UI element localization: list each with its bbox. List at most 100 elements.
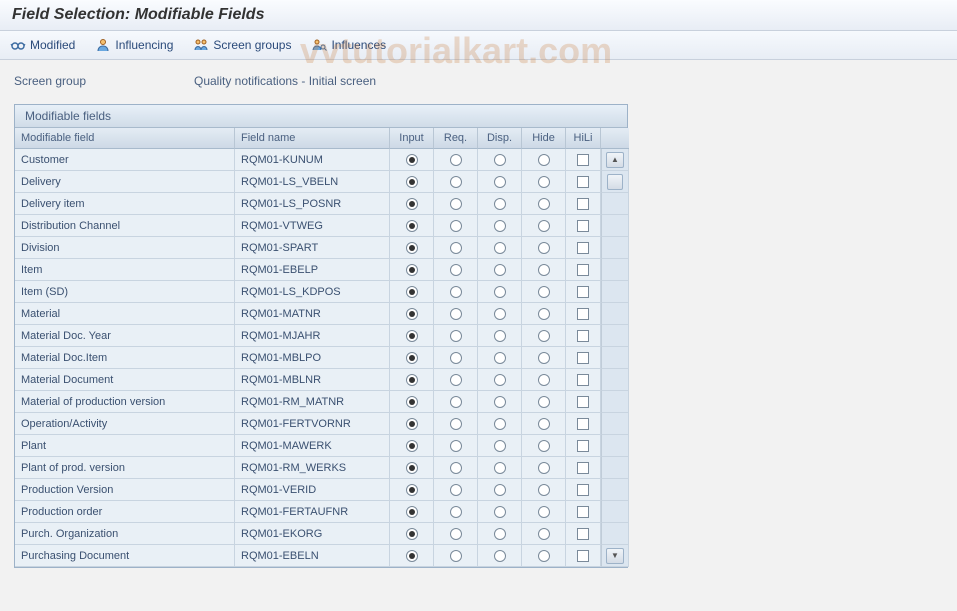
radio-option[interactable]	[538, 198, 550, 210]
radio-option[interactable]	[450, 484, 462, 496]
hide-radio-cell[interactable]	[522, 325, 566, 347]
checkbox[interactable]	[577, 374, 589, 386]
col-header-disp[interactable]: Disp.	[478, 128, 522, 149]
radio-option[interactable]	[494, 176, 506, 188]
hili-checkbox-cell[interactable]	[566, 303, 601, 325]
radio-option[interactable]	[494, 374, 506, 386]
radio-selected[interactable]	[406, 308, 418, 320]
radio-option[interactable]	[450, 308, 462, 320]
radio-selected[interactable]	[406, 528, 418, 540]
checkbox[interactable]	[577, 462, 589, 474]
req-radio-cell[interactable]	[434, 391, 478, 413]
disp-radio-cell[interactable]	[478, 237, 522, 259]
influencing-button[interactable]: Influencing	[95, 37, 173, 53]
input-radio-cell[interactable]	[390, 523, 434, 545]
req-radio-cell[interactable]	[434, 501, 478, 523]
input-radio-cell[interactable]	[390, 193, 434, 215]
hili-checkbox-cell[interactable]	[566, 193, 601, 215]
radio-option[interactable]	[450, 462, 462, 474]
radio-option[interactable]	[450, 528, 462, 540]
radio-option[interactable]	[450, 330, 462, 342]
checkbox[interactable]	[577, 330, 589, 342]
disp-radio-cell[interactable]	[478, 347, 522, 369]
hili-checkbox-cell[interactable]	[566, 545, 601, 567]
radio-option[interactable]	[494, 286, 506, 298]
checkbox[interactable]	[577, 176, 589, 188]
radio-option[interactable]	[494, 506, 506, 518]
radio-option[interactable]	[538, 220, 550, 232]
radio-selected[interactable]	[406, 550, 418, 562]
disp-radio-cell[interactable]	[478, 391, 522, 413]
screen-groups-button[interactable]: Screen groups	[193, 37, 291, 53]
scroll-down-icon[interactable]: ▼	[606, 548, 624, 564]
radio-selected[interactable]	[406, 330, 418, 342]
radio-option[interactable]	[450, 242, 462, 254]
radio-selected[interactable]	[406, 352, 418, 364]
req-radio-cell[interactable]	[434, 303, 478, 325]
input-radio-cell[interactable]	[390, 325, 434, 347]
hide-radio-cell[interactable]	[522, 281, 566, 303]
hili-checkbox-cell[interactable]	[566, 391, 601, 413]
influences-button[interactable]: Influences	[311, 37, 386, 53]
radio-option[interactable]	[494, 308, 506, 320]
hide-radio-cell[interactable]	[522, 303, 566, 325]
hide-radio-cell[interactable]	[522, 215, 566, 237]
input-radio-cell[interactable]	[390, 281, 434, 303]
radio-option[interactable]	[538, 484, 550, 496]
input-radio-cell[interactable]	[390, 259, 434, 281]
disp-radio-cell[interactable]	[478, 149, 522, 171]
scroll-gutter[interactable]: ▼	[601, 545, 629, 567]
req-radio-cell[interactable]	[434, 193, 478, 215]
input-radio-cell[interactable]	[390, 501, 434, 523]
radio-option[interactable]	[450, 374, 462, 386]
scroll-up-icon[interactable]: ▲	[606, 152, 624, 168]
radio-selected[interactable]	[406, 242, 418, 254]
radio-option[interactable]	[538, 418, 550, 430]
hili-checkbox-cell[interactable]	[566, 457, 601, 479]
hide-radio-cell[interactable]	[522, 545, 566, 567]
col-header-field[interactable]: Modifiable field	[15, 128, 235, 149]
col-header-name[interactable]: Field name	[235, 128, 390, 149]
radio-option[interactable]	[450, 506, 462, 518]
req-radio-cell[interactable]	[434, 457, 478, 479]
radio-option[interactable]	[494, 154, 506, 166]
radio-option[interactable]	[538, 330, 550, 342]
input-radio-cell[interactable]	[390, 237, 434, 259]
hide-radio-cell[interactable]	[522, 457, 566, 479]
radio-selected[interactable]	[406, 264, 418, 276]
radio-option[interactable]	[494, 528, 506, 540]
checkbox[interactable]	[577, 440, 589, 452]
radio-option[interactable]	[494, 462, 506, 474]
radio-selected[interactable]	[406, 154, 418, 166]
hili-checkbox-cell[interactable]	[566, 435, 601, 457]
radio-option[interactable]	[450, 440, 462, 452]
req-radio-cell[interactable]	[434, 259, 478, 281]
req-radio-cell[interactable]	[434, 149, 478, 171]
req-radio-cell[interactable]	[434, 479, 478, 501]
radio-selected[interactable]	[406, 462, 418, 474]
checkbox[interactable]	[577, 352, 589, 364]
hide-radio-cell[interactable]	[522, 237, 566, 259]
checkbox[interactable]	[577, 286, 589, 298]
radio-option[interactable]	[494, 396, 506, 408]
disp-radio-cell[interactable]	[478, 457, 522, 479]
checkbox[interactable]	[577, 242, 589, 254]
disp-radio-cell[interactable]	[478, 303, 522, 325]
req-radio-cell[interactable]	[434, 523, 478, 545]
radio-selected[interactable]	[406, 506, 418, 518]
radio-option[interactable]	[538, 462, 550, 474]
radio-option[interactable]	[494, 484, 506, 496]
radio-option[interactable]	[494, 198, 506, 210]
radio-option[interactable]	[450, 286, 462, 298]
req-radio-cell[interactable]	[434, 281, 478, 303]
radio-option[interactable]	[538, 308, 550, 320]
req-radio-cell[interactable]	[434, 413, 478, 435]
hide-radio-cell[interactable]	[522, 347, 566, 369]
req-radio-cell[interactable]	[434, 325, 478, 347]
hili-checkbox-cell[interactable]	[566, 479, 601, 501]
modified-button[interactable]: Modified	[10, 37, 75, 53]
radio-option[interactable]	[538, 396, 550, 408]
hili-checkbox-cell[interactable]	[566, 325, 601, 347]
checkbox[interactable]	[577, 396, 589, 408]
disp-radio-cell[interactable]	[478, 545, 522, 567]
